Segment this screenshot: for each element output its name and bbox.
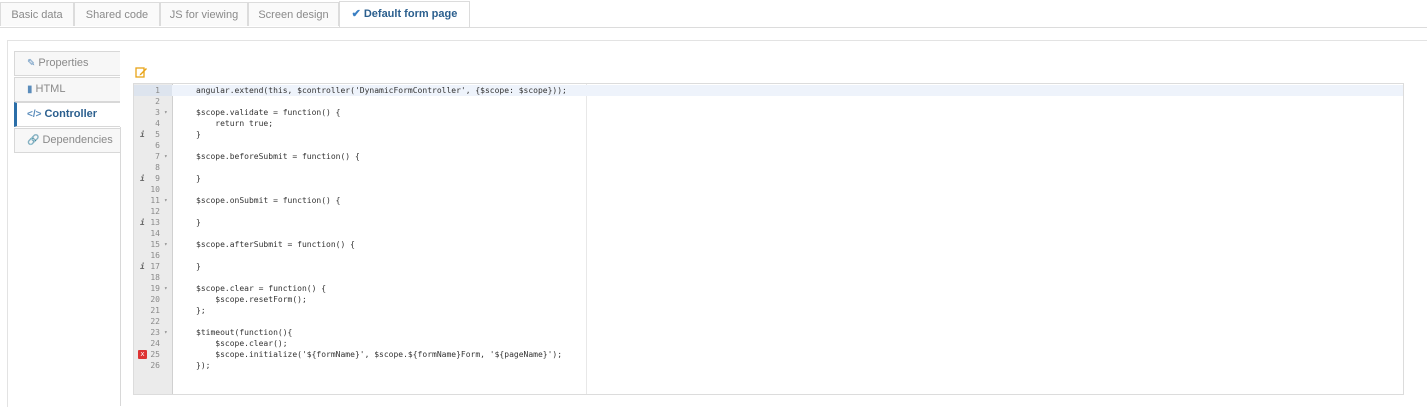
tab-default-form-page[interactable]: ✔ Default form page [339, 1, 470, 27]
line-number: 2 [155, 97, 160, 106]
info-annotation-icon[interactable]: i [140, 217, 145, 228]
code-line[interactable]: 7 ▾ $scope.beforeSubmit = function() { [134, 151, 1403, 162]
line-number: 22 [150, 317, 160, 326]
line-number: 1 [134, 85, 172, 96]
code-line[interactable]: 14 [134, 228, 1403, 239]
tab-js-for-viewing[interactable]: JS for viewing [160, 2, 248, 26]
code-line[interactable]: 6 [134, 140, 1403, 151]
code-line[interactable]: 20 $scope.resetForm(); [134, 294, 1403, 305]
code-text: }); [196, 361, 211, 370]
code-line[interactable]: 18 [134, 272, 1403, 283]
code-line[interactable]: 21}; [134, 305, 1403, 316]
code-icon: </> [27, 109, 42, 120]
code-text: $timeout(function(){ [196, 328, 293, 337]
code-line[interactable]: 19 ▾ $scope.clear = function() { [134, 283, 1403, 294]
line-number: 14 [150, 229, 160, 238]
code-line[interactable]: 23 ▾ $timeout(function(){ [134, 327, 1403, 338]
line-number: 4 [155, 119, 160, 128]
line-number: 10 [150, 185, 160, 194]
code-line[interactable]: 8 [134, 162, 1403, 173]
edit-code-icon[interactable] [135, 66, 147, 78]
code-text: return true; [196, 119, 274, 128]
tab-shared-code[interactable]: Shared code [74, 2, 160, 26]
side-tab-properties[interactable]: ✎ Properties [14, 51, 120, 76]
side-tab-html[interactable]: ▮ HTML [14, 77, 120, 102]
code-text: $scope.clear = function() { [196, 284, 327, 293]
code-line[interactable]: 3 ▾ $scope.validate = function() { [134, 107, 1403, 118]
tab-label: Basic data [11, 9, 63, 21]
code-line[interactable]: 11 ▾ $scope.onSubmit = function() { [134, 195, 1403, 206]
line-number: 24 [150, 339, 160, 348]
top-tab-bar: Basic data Shared code JS for viewing Sc… [0, 0, 1427, 28]
code-text: $scope.initialize('${formName}', $scope.… [196, 350, 563, 359]
error-annotation-icon[interactable]: x [138, 350, 147, 359]
side-tab-label: Controller [44, 108, 98, 120]
code-line[interactable]: 13 i} [134, 217, 1403, 228]
check-icon: ✔ [351, 8, 361, 20]
code-editor[interactable]: 1 angular.extend(this, $controller('Dynam… [133, 83, 1404, 395]
code-line[interactable]: 1 angular.extend(this, $controller('Dynam… [134, 85, 1403, 96]
line-number: 8 [155, 163, 160, 172]
code-text: } [196, 262, 201, 271]
side-tab-label: Properties [38, 57, 89, 69]
tab-basic-data[interactable]: Basic data [0, 2, 74, 26]
code-text: $scope.beforeSubmit = function() { [196, 152, 360, 161]
side-tab-label: Dependencies [42, 134, 113, 146]
code-text: } [196, 130, 201, 139]
code-line[interactable]: 4 return true; [134, 118, 1403, 129]
code-text: } [196, 218, 201, 227]
code-line[interactable]: 9 i} [134, 173, 1403, 184]
fold-toggle-icon[interactable]: ▾ [164, 151, 168, 162]
line-number: 21 [150, 306, 160, 315]
tab-label: Shared code [85, 9, 149, 21]
side-divider [120, 127, 121, 406]
tab-label: Default form page [363, 8, 458, 20]
line-number: 26 [150, 361, 160, 370]
code-line[interactable]: 17 i} [134, 261, 1403, 272]
side-tab-label: HTML [35, 83, 66, 95]
code-line[interactable]: 26}); [134, 360, 1403, 371]
side-tab-controller[interactable]: </> Controller [14, 102, 120, 127]
fold-toggle-icon[interactable]: ▾ [164, 239, 168, 250]
code-text: $scope.resetForm(); [196, 295, 307, 304]
fold-toggle-icon[interactable]: ▾ [164, 283, 168, 294]
line-number: 16 [150, 251, 160, 260]
code-line[interactable]: 24 $scope.clear(); [134, 338, 1403, 349]
line-number: 18 [150, 273, 160, 282]
line-number: 6 [155, 141, 160, 150]
fold-toggle-icon[interactable]: ▾ [164, 195, 168, 206]
tab-screen-design[interactable]: Screen design [248, 2, 339, 26]
tab-label: Screen design [258, 9, 329, 21]
file-icon: ▮ [27, 84, 33, 95]
code-text: $scope.onSubmit = function() { [196, 196, 341, 205]
fold-toggle-icon[interactable]: ▾ [164, 107, 168, 118]
code-line[interactable]: 25 x $scope.initialize('${formName}', $sc… [134, 349, 1403, 360]
line-number: 12 [150, 207, 160, 216]
code-line[interactable]: 10 [134, 184, 1403, 195]
code-line[interactable]: 15 ▾ $scope.afterSubmit = function() { [134, 239, 1403, 250]
link-icon: 🔗 [27, 135, 40, 146]
info-annotation-icon[interactable]: i [140, 129, 145, 140]
info-annotation-icon[interactable]: i [140, 173, 145, 184]
info-annotation-icon[interactable]: i [140, 261, 145, 272]
side-tab-dependencies[interactable]: 🔗 Dependencies [14, 128, 120, 153]
code-text: $scope.clear(); [196, 339, 288, 348]
edit-icon: ✎ [27, 58, 36, 69]
code-line[interactable]: 22 [134, 316, 1403, 327]
line-number: 20 [150, 295, 160, 304]
tab-label: JS for viewing [169, 9, 239, 21]
code-text: angular.extend(this, $controller('Dynami… [196, 86, 567, 95]
code-text: $scope.validate = function() { [196, 108, 341, 117]
code-line[interactable]: 2 [134, 96, 1403, 107]
code-text: } [196, 174, 201, 183]
code-text: $scope.afterSubmit = function() { [196, 240, 355, 249]
code-text: }; [196, 306, 206, 315]
code-line[interactable]: 12 [134, 206, 1403, 217]
fold-toggle-icon[interactable]: ▾ [164, 327, 168, 338]
code-line[interactable]: 5 i} [134, 129, 1403, 140]
code-line[interactable]: 16 [134, 250, 1403, 261]
